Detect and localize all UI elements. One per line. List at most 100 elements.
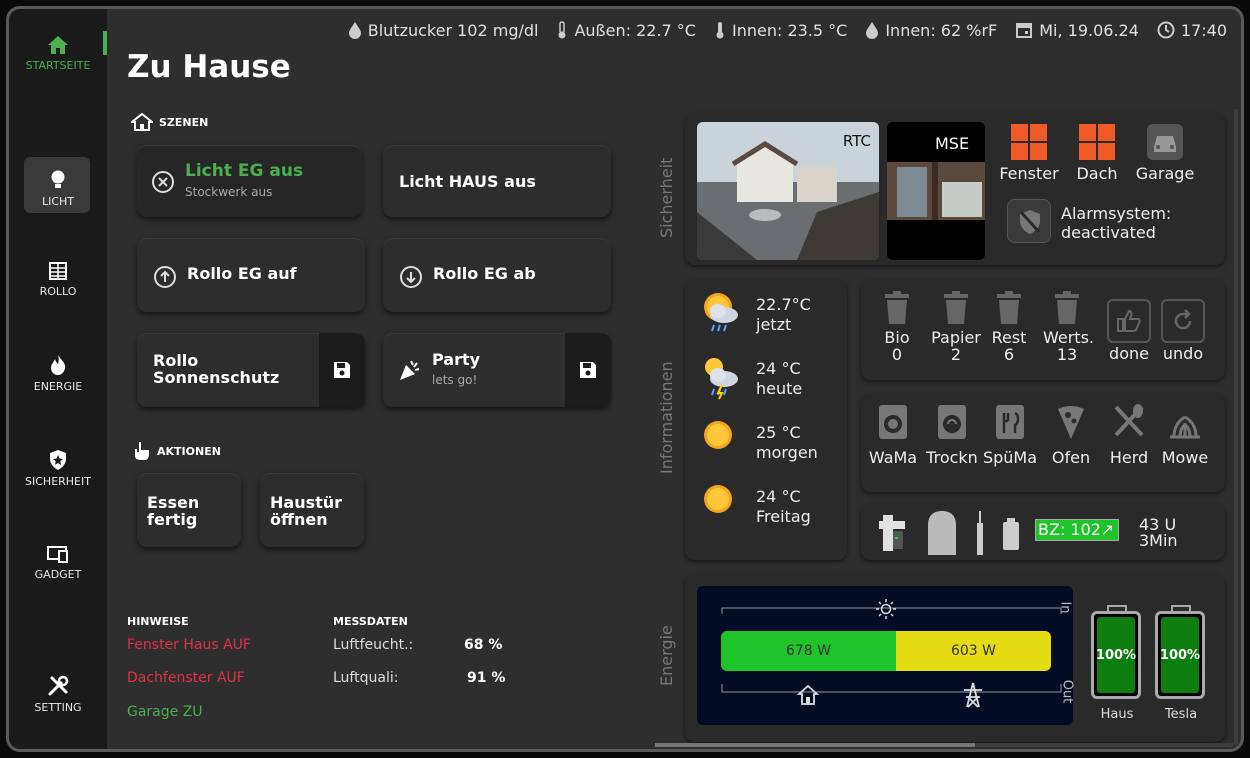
camera-rtc[interactable]: RTC: [697, 122, 879, 260]
waste-bin-2[interactable]: Rest 6: [985, 291, 1033, 363]
bin-name: Werts.: [1043, 328, 1094, 347]
appliance-name: Ofen: [1051, 448, 1091, 467]
save-icon: [580, 362, 596, 378]
sun-icon: [704, 485, 732, 513]
scene-rollo-sonnenschutz-button[interactable]: Rollo Sonnenschutz: [137, 333, 365, 407]
save-scene-button[interactable]: [565, 333, 611, 407]
sensor-icon: [928, 511, 956, 555]
weather-temp: 24 °C: [756, 359, 801, 378]
alarm-toggle[interactable]: [1007, 199, 1051, 243]
thermometer-icon: [558, 21, 566, 39]
dashboard-frame: STARTSEITE LICHT ROLLO ENERGIE SICHERHEI…: [6, 6, 1244, 752]
battery-icon: [1003, 518, 1019, 550]
house-consumption-bar: 678 W: [721, 631, 896, 671]
dryer-icon: [938, 405, 966, 439]
sidebar-item-gadget[interactable]: GADGET: [9, 544, 107, 581]
appliance-1[interactable]: Trockn: [923, 403, 981, 466]
scene-licht-haus-aus-button[interactable]: Licht HAUS aus: [383, 145, 611, 217]
hint-item: Dachfenster AUF: [127, 670, 245, 686]
sun-cloud-rain-icon: [704, 293, 738, 332]
power-pylon-icon: [964, 682, 982, 708]
appliance-0[interactable]: WaMa: [867, 403, 919, 466]
dishwasher-icon: [996, 405, 1024, 439]
bin-name: Papier: [931, 328, 981, 347]
appliance-name: Herd: [1109, 448, 1149, 467]
scene-rollo-eg-auf-button[interactable]: Rollo EG auf: [137, 238, 365, 312]
appliance-5[interactable]: Mowe: [1159, 403, 1211, 466]
camera-mse[interactable]: MSE: [887, 122, 985, 260]
sidebar-item-sicherheit[interactable]: SICHERHEIT: [9, 449, 107, 488]
trash-bin-icon: [997, 291, 1021, 324]
scene-party-button[interactable]: Party lets go!: [383, 333, 611, 407]
battery-1[interactable]: 100% Tesla: [1155, 605, 1207, 722]
dach-status[interactable]: Dach: [1067, 123, 1127, 182]
sidebar-item-rollo[interactable]: ROLLO: [9, 261, 107, 298]
in-label: In: [1057, 601, 1073, 614]
shield-off-icon: [1019, 210, 1041, 234]
sun-icon: [704, 421, 732, 449]
scene-title: Licht EG aus: [185, 161, 304, 181]
bulb-icon: [51, 170, 65, 188]
tools-icon: [48, 675, 69, 696]
blutzucker-value: Blutzucker 102 mg/dl: [367, 20, 539, 40]
action-essen-fertig-button[interactable]: Essen fertig: [137, 473, 241, 547]
appliance-2[interactable]: SpüMa: [981, 403, 1039, 466]
energy-flow: 678 W 603 W In Out: [697, 586, 1075, 725]
action-haustuer-oeffnen-button[interactable]: Haustür öffnen: [260, 473, 364, 547]
sidebar-item-setting[interactable]: SETTING: [9, 675, 107, 714]
horizontal-scrollbar[interactable]: [655, 743, 1233, 747]
weather-day: morgen: [756, 443, 818, 462]
waste-bin-1[interactable]: Papier 2: [927, 291, 985, 363]
save-scene-button[interactable]: [319, 333, 365, 407]
pizza-icon: [1058, 406, 1084, 439]
messdaten-heading: MESSDATEN: [333, 615, 408, 628]
undo-button[interactable]: undo: [1159, 299, 1207, 362]
sidebar-item-licht[interactable]: LICHT: [9, 157, 107, 213]
waste-bin-3[interactable]: Werts. 13: [1043, 291, 1094, 363]
bz-trend: ↗: [1100, 520, 1114, 539]
energy-bar: 678 W 603 W: [721, 631, 1051, 671]
fenster-status[interactable]: Fenster: [995, 123, 1063, 182]
appliance-name: WaMa: [868, 448, 918, 467]
alarm-status-text: Alarmsystem: deactivated: [1061, 204, 1172, 242]
garage-status[interactable]: Garage: [1131, 123, 1199, 182]
appliance-3[interactable]: Ofen: [1045, 403, 1097, 466]
sidebar-item-energie[interactable]: ENERGIE: [9, 354, 107, 393]
sidebar-item-label: STARTSEITE: [25, 59, 91, 72]
done-button[interactable]: done: [1105, 299, 1153, 362]
battery-name: Haus: [1100, 707, 1134, 722]
sidebar-item-startseite[interactable]: STARTSEITE: [9, 31, 107, 72]
sidebar-item-label: LICHT: [41, 195, 75, 208]
house-icon: [131, 113, 153, 131]
shield-icon: [50, 450, 66, 470]
scrollbar-thumb[interactable]: [655, 743, 975, 747]
sidebar: STARTSEITE LICHT ROLLO ENERGIE SICHERHEI…: [9, 9, 107, 749]
save-icon: [334, 362, 350, 378]
scene-rollo-eg-ab-button[interactable]: Rollo EG ab: [383, 238, 611, 312]
scene-title: Rollo EG auf: [187, 264, 297, 283]
battery-0[interactable]: 100% Haus: [1091, 605, 1143, 722]
refresh-icon: [1174, 309, 1192, 330]
drop-icon: [348, 22, 361, 39]
mess-value: 68 %: [464, 637, 503, 653]
battery-name: Tesla: [1164, 707, 1198, 722]
shutter-icon: [49, 262, 67, 280]
scene-subtitle: lets go!: [432, 373, 478, 387]
house-icon: [797, 684, 819, 705]
appliance-4[interactable]: Herd: [1103, 403, 1155, 466]
hint-item: Fenster Haus AUF: [127, 637, 251, 653]
vertical-scrollbar[interactable]: [1234, 109, 1238, 745]
scene-title: Licht HAUS aus: [399, 172, 536, 191]
informationen-label: Informationen: [657, 361, 676, 474]
hint-item: Garage ZU: [127, 704, 203, 720]
party-popper-icon: [400, 360, 420, 380]
clock-icon: [1157, 21, 1175, 39]
trash-bin-icon: [1055, 291, 1079, 324]
hand-pointer-icon: [135, 442, 149, 460]
waste-bin-0[interactable]: Bio 0: [873, 291, 921, 363]
window-icon: [1079, 124, 1115, 160]
appliance-name: Trockn: [926, 448, 978, 467]
trash-bin-icon: [944, 291, 968, 324]
scene-licht-eg-aus-button[interactable]: Licht EG aus Stockwerk aus: [137, 145, 362, 217]
action-title: Haustür öffnen: [270, 493, 343, 529]
